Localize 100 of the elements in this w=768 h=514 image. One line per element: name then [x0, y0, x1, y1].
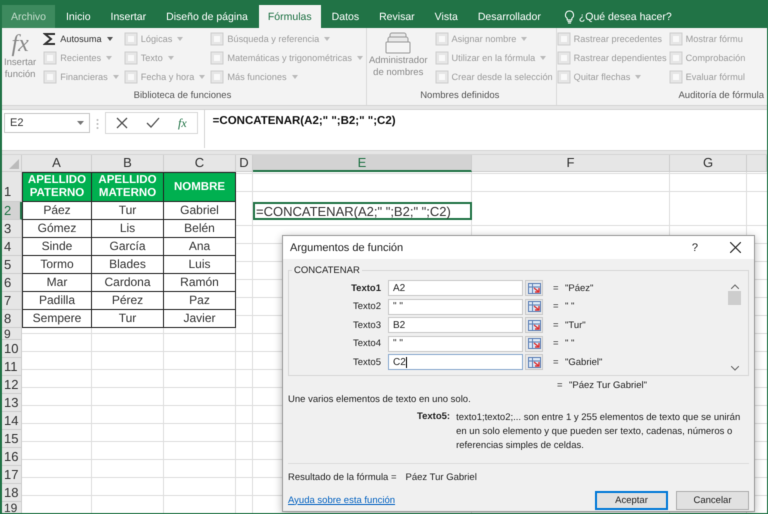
- argument-label: Texto1: [350, 282, 381, 294]
- caret-icon: [635, 75, 642, 79]
- function-category-icon: [434, 32, 449, 46]
- close-icon[interactable]: [730, 242, 741, 253]
- function-category-icon: [668, 32, 683, 46]
- table-cell: Sempere: [22, 310, 92, 328]
- row-header[interactable]: 13: [2, 394, 22, 412]
- row-header[interactable]: 11: [2, 358, 22, 376]
- row-header[interactable]: 7: [2, 292, 22, 310]
- function-category-icon: [43, 51, 58, 65]
- result-label: Resultado de la fórmula =: [288, 472, 397, 482]
- active-cell[interactable]: =CONCATENAR(A2;" ";B2;" ";C2): [253, 202, 472, 220]
- ribbon-button[interactable]: Autosuma: [43, 31, 119, 47]
- range-select-icon: [528, 282, 540, 294]
- caret-icon: [521, 37, 528, 41]
- row-header[interactable]: 12: [2, 376, 22, 394]
- row-header[interactable]: 9: [2, 328, 22, 340]
- ribbon-tab[interactable]: Diseño de página: [157, 5, 257, 28]
- equals-sign: =: [553, 301, 560, 312]
- argument-field[interactable]: A2: [388, 280, 523, 296]
- argument-label: Texto4: [352, 338, 381, 350]
- group-label: Biblioteca de funciones: [132, 90, 232, 103]
- row-header[interactable]: 17: [2, 466, 22, 484]
- triangle-icon: [9, 159, 19, 169]
- column-header[interactable]: D: [236, 155, 253, 172]
- caret-icon: [77, 121, 84, 125]
- row-header[interactable]: 8: [2, 310, 22, 328]
- chevron-down-icon[interactable]: [730, 366, 738, 370]
- row-header[interactable]: 14: [2, 412, 22, 430]
- function-category-icon: [668, 51, 683, 65]
- row-header[interactable]: 16: [2, 448, 22, 466]
- row-header[interactable]: 10: [2, 340, 22, 358]
- dialog-button[interactable]: Cancelar: [676, 490, 749, 510]
- ribbon-tab[interactable]: Revisar: [370, 5, 424, 28]
- row-header[interactable]: 3: [2, 220, 22, 238]
- function-category-icon: [556, 70, 571, 84]
- range-select-button[interactable]: [525, 317, 543, 334]
- function-description: Une varios elementos de texto en uno solo.: [288, 394, 472, 404]
- argument-result: "Gabriel": [565, 356, 602, 368]
- range-select-button[interactable]: [525, 336, 543, 352]
- range-select-button[interactable]: [525, 280, 543, 296]
- function-category-icon: [124, 32, 138, 46]
- argument-result: " ": [565, 301, 574, 312]
- row-header[interactable]: 6: [2, 274, 22, 292]
- argument-field[interactable]: C2: [388, 354, 523, 370]
- table-cell: Ramón: [164, 274, 236, 292]
- row-header[interactable]: 15: [2, 430, 22, 448]
- row-header[interactable]: 2: [2, 202, 22, 220]
- argument-result: "Tur": [565, 320, 586, 331]
- table-cell: Sinde: [22, 238, 92, 256]
- insert-function-button[interactable]: fx: [178, 116, 187, 130]
- table-cell: Blades: [92, 256, 164, 274]
- help-link[interactable]: Ayuda sobre esta función: [288, 494, 396, 506]
- caret-icon: [106, 56, 112, 60]
- caret-icon: [106, 37, 113, 41]
- name-box[interactable]: E2: [4, 113, 90, 133]
- help-button[interactable]: ?: [692, 242, 698, 254]
- argument-name: Texto5:: [417, 410, 450, 424]
- row-header[interactable]: 19: [2, 502, 22, 513]
- column-header[interactable]: B: [92, 155, 164, 172]
- table-cell: Lis: [92, 220, 164, 238]
- result-value: Páez Tur Gabriel: [406, 472, 477, 482]
- column-header[interactable]: F: [472, 155, 670, 172]
- ribbon-tab[interactable]: Vista: [426, 5, 467, 28]
- range-select-icon: [528, 356, 540, 368]
- column-header[interactable]: C: [164, 155, 236, 172]
- tell-me-field[interactable]: ¿Qué desea hacer?: [564, 5, 672, 28]
- formula-field[interactable]: =CONCATENAR(A2;" ";B2;" ";C2): [204, 110, 767, 148]
- range-select-icon: [528, 338, 540, 350]
- range-select-button[interactable]: [525, 298, 543, 315]
- header-cell: NOMBRE: [164, 172, 236, 202]
- sigma-icon: [43, 32, 58, 46]
- caret-icon: [324, 37, 330, 41]
- row-header[interactable]: 1: [2, 172, 22, 202]
- ribbon-tab[interactable]: Fórmulas: [258, 5, 321, 28]
- argument-description: texto1;texto2;... son entre 1 y 255 elementos de texto que se unirán en un solo elemento y que pueden ser texto, cadenas, números o referencias simples de celdas.: [456, 410, 742, 452]
- scrollbar-thumb[interactable]: [728, 291, 741, 305]
- argument-field[interactable]: " ": [388, 336, 523, 352]
- chevron-up-icon[interactable]: [730, 284, 738, 289]
- function-category-icon: [210, 70, 224, 84]
- dialog-button[interactable]: Aceptar: [595, 490, 668, 510]
- caret-icon: [199, 75, 206, 79]
- row-header[interactable]: 5: [2, 256, 22, 274]
- column-header[interactable]: E: [253, 155, 472, 172]
- ribbon-tab[interactable]: Desarrollador: [468, 5, 550, 28]
- cancel-icon[interactable]: [116, 117, 128, 129]
- ribbon-tab[interactable]: Inicio: [57, 5, 100, 28]
- check-icon[interactable]: [146, 117, 160, 129]
- row-header[interactable]: 4: [2, 238, 22, 256]
- row-header[interactable]: 18: [2, 484, 22, 502]
- column-header[interactable]: G: [670, 155, 747, 172]
- ribbon-tab[interactable]: Datos: [322, 5, 368, 28]
- range-select-button[interactable]: [525, 354, 543, 370]
- ribbon-tab[interactable]: Insertar: [102, 5, 156, 28]
- column-header[interactable]: A: [22, 155, 92, 172]
- argument-field[interactable]: " ": [388, 298, 523, 315]
- argument-result: " ": [565, 338, 574, 350]
- table-cell: Paz: [164, 292, 236, 310]
- group-label: Nombres definidos: [419, 90, 500, 103]
- argument-field[interactable]: B2: [388, 317, 523, 334]
